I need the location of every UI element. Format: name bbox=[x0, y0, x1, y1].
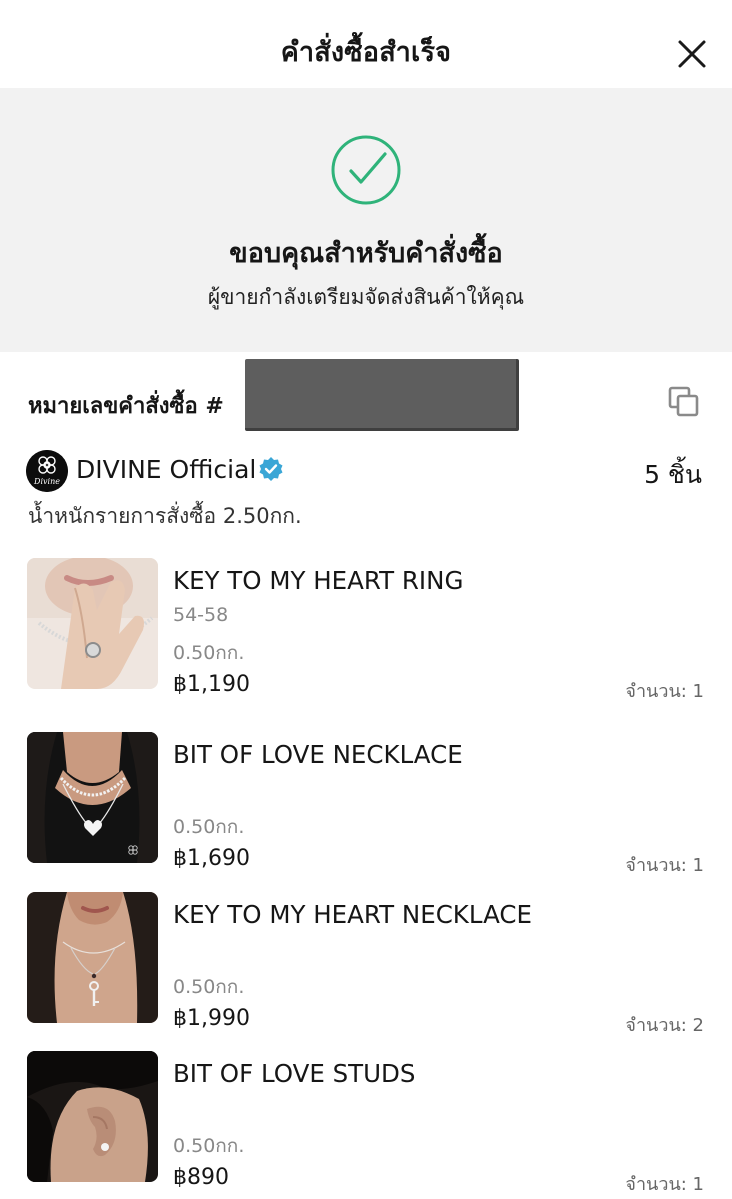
top-bar: คำสั่งซื้อสำเร็จ bbox=[0, 0, 732, 88]
svg-text:Divine: Divine bbox=[33, 477, 60, 486]
verified-badge-icon bbox=[258, 456, 284, 482]
product-variant: 54-58 bbox=[173, 604, 229, 626]
product-quantity: จำนวน: 2 bbox=[625, 1015, 704, 1036]
shop-logo: Divine bbox=[26, 450, 68, 492]
product-name[interactable]: BIT OF LOVE NECKLACE bbox=[173, 740, 463, 769]
product-quantity: จำนวน: 1 bbox=[625, 855, 704, 876]
product-price: ฿890 bbox=[173, 1165, 229, 1190]
product-item[interactable]: BIT OF LOVE NECKLACE 0.50กก. ฿1,690 จำนว… bbox=[0, 732, 732, 876]
product-weight: 0.50กก. bbox=[173, 976, 245, 998]
order-weight: น้ำหนักรายการสั่งซื้อ 2.50กก. bbox=[28, 504, 302, 528]
product-price: ฿1,990 bbox=[173, 1006, 250, 1031]
shop-name[interactable]: DIVINE Official bbox=[76, 455, 256, 484]
product-name[interactable]: KEY TO MY HEART RING bbox=[173, 566, 463, 595]
page-title: คำสั่งซื้อสำเร็จ bbox=[280, 37, 452, 68]
product-weight: 0.50กก. bbox=[173, 642, 245, 664]
product-image bbox=[27, 732, 158, 863]
product-name[interactable]: BIT OF LOVE STUDS bbox=[173, 1059, 415, 1088]
shop-row[interactable]: Divine DIVINE Official 5 ชิ้น bbox=[0, 448, 732, 492]
thank-you-subtitle: ผู้ขายกำลังเตรียมจัดส่งสินค้าให้คุณ bbox=[207, 285, 525, 309]
success-panel: ขอบคุณสำหรับคำสั่งซื้อ ผู้ขายกำลังเตรียม… bbox=[0, 88, 732, 352]
product-price: ฿1,190 bbox=[173, 672, 250, 697]
product-item[interactable]: KEY TO MY HEART RING 54-58 0.50กก. ฿1,19… bbox=[0, 558, 732, 702]
product-item[interactable]: BIT OF LOVE STUDS 0.50กก. ฿890 จำนวน: 1 bbox=[0, 1051, 732, 1195]
order-number-label: หมายเลขคำสั่งซื้อ # bbox=[28, 394, 224, 419]
thank-you-heading: ขอบคุณสำหรับคำสั่งซื้อ bbox=[229, 238, 503, 269]
product-price: ฿1,690 bbox=[173, 846, 250, 871]
order-number-row: หมายเลขคำสั่งซื้อ # bbox=[0, 352, 732, 442]
product-item[interactable]: KEY TO MY HEART NECKLACE 0.50กก. ฿1,990 … bbox=[0, 892, 732, 1036]
product-name[interactable]: KEY TO MY HEART NECKLACE bbox=[173, 900, 532, 929]
item-count: 5 ชิ้น bbox=[644, 460, 702, 489]
check-circle-icon bbox=[330, 134, 402, 206]
product-weight: 0.50กก. bbox=[173, 1135, 245, 1157]
product-quantity: จำนวน: 1 bbox=[625, 681, 704, 702]
close-icon[interactable] bbox=[670, 32, 714, 76]
product-image bbox=[27, 558, 158, 689]
product-image bbox=[27, 1051, 158, 1182]
product-weight: 0.50กก. bbox=[173, 816, 245, 838]
redacted-order-number bbox=[245, 359, 519, 431]
copy-icon[interactable] bbox=[666, 384, 702, 420]
product-quantity: จำนวน: 1 bbox=[625, 1174, 704, 1195]
product-image bbox=[27, 892, 158, 1023]
